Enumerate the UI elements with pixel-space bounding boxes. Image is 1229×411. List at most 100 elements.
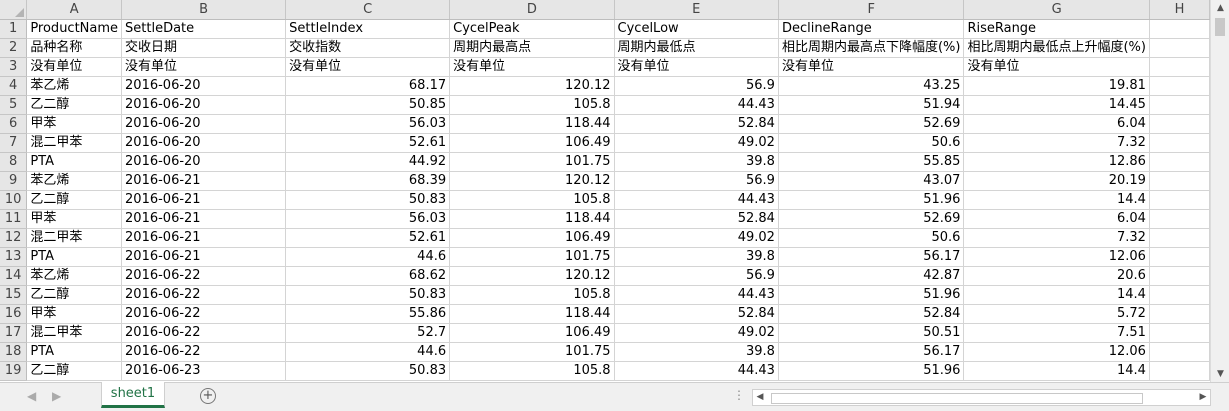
- cell[interactable]: 2016-06-21: [121, 247, 287, 267]
- cell[interactable]: 49.02: [614, 228, 779, 248]
- cell[interactable]: [1149, 247, 1210, 267]
- cell[interactable]: [1149, 133, 1210, 153]
- cell[interactable]: 44.43: [614, 361, 779, 381]
- cell[interactable]: 44.6: [285, 342, 451, 362]
- cell[interactable]: 68.62: [285, 266, 451, 286]
- cell[interactable]: [1149, 361, 1210, 381]
- cell[interactable]: 56.03: [285, 209, 451, 229]
- row-header[interactable]: 12: [0, 228, 28, 248]
- cell[interactable]: 相比周期内最高点下降幅度(%): [778, 38, 965, 58]
- cell[interactable]: 2016-06-20: [121, 95, 287, 115]
- cell[interactable]: 56.17: [778, 342, 965, 362]
- cell[interactable]: [1149, 171, 1210, 191]
- cell[interactable]: 交收日期: [121, 38, 287, 58]
- cell[interactable]: 52.84: [614, 304, 779, 324]
- cell[interactable]: 50.6: [778, 228, 965, 248]
- cell[interactable]: 12.06: [963, 342, 1150, 362]
- cell[interactable]: 50.51: [778, 323, 965, 343]
- cell[interactable]: 2016-06-22: [121, 304, 287, 324]
- cell[interactable]: [1149, 304, 1210, 324]
- cell[interactable]: 2016-06-22: [121, 342, 287, 362]
- cell[interactable]: 52.84: [614, 209, 779, 229]
- horizontal-scrollbar[interactable]: ◀ ▶: [752, 389, 1211, 406]
- cell[interactable]: 44.43: [614, 95, 779, 115]
- cell[interactable]: 106.49: [449, 133, 615, 153]
- cell[interactable]: 苯乙烯: [26, 171, 123, 191]
- cell[interactable]: 2016-06-23: [121, 361, 287, 381]
- plus-circle-icon[interactable]: +: [200, 388, 216, 404]
- cell[interactable]: 105.8: [449, 285, 615, 305]
- row-header[interactable]: 2: [0, 38, 28, 58]
- cell[interactable]: 56.03: [285, 114, 451, 134]
- scroll-up-button[interactable]: ▲: [1211, 0, 1229, 16]
- column-header-e[interactable]: E: [614, 0, 779, 20]
- cell[interactable]: 44.6: [285, 247, 451, 267]
- scroll-left-button[interactable]: ◀: [753, 390, 767, 405]
- cell[interactable]: 乙二醇: [26, 95, 123, 115]
- cell[interactable]: 没有单位: [26, 57, 123, 77]
- vertical-scroll-thumb[interactable]: [1215, 18, 1225, 36]
- cell[interactable]: 没有单位: [449, 57, 615, 77]
- cell[interactable]: 55.86: [285, 304, 451, 324]
- row-header[interactable]: 11: [0, 209, 28, 229]
- cell[interactable]: 43.25: [778, 76, 965, 96]
- scroll-right-button[interactable]: ▶: [1196, 390, 1210, 405]
- cell[interactable]: 6.04: [963, 114, 1150, 134]
- cell[interactable]: 19.81: [963, 76, 1150, 96]
- column-header-a[interactable]: A: [26, 0, 123, 20]
- cell[interactable]: 2016-06-21: [121, 190, 287, 210]
- cell[interactable]: 14.45: [963, 95, 1150, 115]
- row-header[interactable]: 10: [0, 190, 28, 210]
- cell[interactable]: 120.12: [449, 266, 615, 286]
- cell[interactable]: 50.85: [285, 95, 451, 115]
- cell[interactable]: 12.06: [963, 247, 1150, 267]
- cell[interactable]: 120.12: [449, 76, 615, 96]
- cell[interactable]: 49.02: [614, 323, 779, 343]
- cell[interactable]: [1149, 114, 1210, 134]
- cell[interactable]: 甲苯: [26, 304, 123, 324]
- cell[interactable]: 50.6: [778, 133, 965, 153]
- column-header-c[interactable]: C: [285, 0, 451, 20]
- cell[interactable]: 50.83: [285, 190, 451, 210]
- prev-sheet-button[interactable]: ◀: [27, 389, 36, 403]
- tab-split-handle[interactable]: ⋮: [733, 388, 746, 402]
- column-header-g[interactable]: G: [963, 0, 1150, 20]
- cell[interactable]: 52.7: [285, 323, 451, 343]
- cell[interactable]: 2016-06-20: [121, 76, 287, 96]
- cell[interactable]: 14.4: [963, 285, 1150, 305]
- cell[interactable]: [1149, 95, 1210, 115]
- cell[interactable]: 39.8: [614, 152, 779, 172]
- cell[interactable]: 39.8: [614, 247, 779, 267]
- cell[interactable]: 周期内最高点: [449, 38, 615, 58]
- cell[interactable]: 2016-06-21: [121, 171, 287, 191]
- vertical-scrollbar[interactable]: ▲ ▼: [1210, 0, 1229, 382]
- cell[interactable]: 68.39: [285, 171, 451, 191]
- cell[interactable]: 52.69: [778, 209, 965, 229]
- cell[interactable]: SettleIndex: [285, 19, 451, 39]
- row-header[interactable]: 6: [0, 114, 28, 134]
- cell[interactable]: 没有单位: [778, 57, 965, 77]
- cell[interactable]: [1149, 57, 1210, 77]
- cell[interactable]: 混二甲苯: [26, 323, 123, 343]
- cell[interactable]: 118.44: [449, 114, 615, 134]
- cell[interactable]: [1149, 228, 1210, 248]
- cell[interactable]: 50.83: [285, 285, 451, 305]
- cell[interactable]: 44.43: [614, 285, 779, 305]
- cell[interactable]: 14.4: [963, 361, 1150, 381]
- cell[interactable]: 混二甲苯: [26, 133, 123, 153]
- column-header-b[interactable]: B: [121, 0, 287, 20]
- cell[interactable]: 2016-06-22: [121, 285, 287, 305]
- cell[interactable]: [1149, 285, 1210, 305]
- cell[interactable]: 105.8: [449, 361, 615, 381]
- cell[interactable]: 39.8: [614, 342, 779, 362]
- cell[interactable]: 6.04: [963, 209, 1150, 229]
- row-header[interactable]: 16: [0, 304, 28, 324]
- cell[interactable]: CycelPeak: [449, 19, 615, 39]
- cell[interactable]: 2016-06-21: [121, 209, 287, 229]
- cell[interactable]: 苯乙烯: [26, 76, 123, 96]
- cell[interactable]: 2016-06-20: [121, 152, 287, 172]
- horizontal-scroll-thumb[interactable]: [771, 393, 1143, 404]
- row-header[interactable]: 5: [0, 95, 28, 115]
- cell[interactable]: 118.44: [449, 209, 615, 229]
- cell[interactable]: 55.85: [778, 152, 965, 172]
